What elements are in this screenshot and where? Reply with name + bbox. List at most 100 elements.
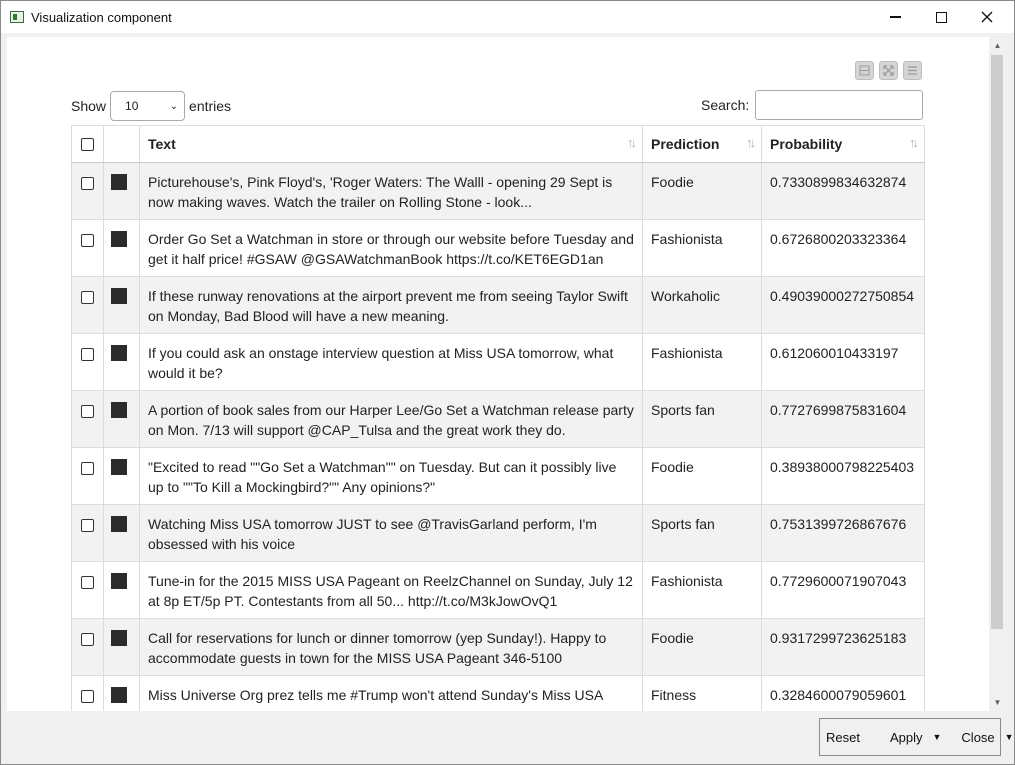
- row-color-cell: [103, 390, 140, 448]
- row-checkbox[interactable]: [81, 405, 94, 418]
- table-body: Picturehouse's, Pink Floyd's, 'Roger Wat…: [71, 162, 925, 711]
- table-row[interactable]: If you could ask an onstage interview qu…: [71, 333, 925, 391]
- show-label: Show: [71, 98, 107, 114]
- cell-prediction: Foodie: [642, 447, 762, 505]
- collapse-button[interactable]: [855, 61, 874, 80]
- minimize-button[interactable]: [872, 1, 918, 33]
- cell-probability: 0.49039000272750854: [761, 276, 925, 334]
- predictions-table: Text ↑↓ Prediction ↑↓ Probability ↑↓ Pictur…: [71, 125, 925, 711]
- cell-probability: 0.612060010433197: [761, 333, 925, 391]
- close-window-button[interactable]: [964, 1, 1010, 33]
- row-checkbox-cell: [71, 219, 104, 277]
- row-color-cell: [103, 561, 140, 619]
- row-checkbox[interactable]: [81, 462, 94, 475]
- fullscreen-button[interactable]: [879, 61, 898, 80]
- cell-probability: 0.6726800203323364: [761, 219, 925, 277]
- cell-text: Watching Miss USA tomorrow JUST to see @…: [139, 504, 643, 562]
- collapse-icon: [859, 65, 870, 76]
- row-checkbox-cell: [71, 447, 104, 505]
- color-swatch: [111, 231, 127, 247]
- entries-select-value: 10: [125, 99, 139, 113]
- row-color-cell: [103, 504, 140, 562]
- cell-probability: 0.7531399726867676: [761, 504, 925, 562]
- row-checkbox[interactable]: [81, 519, 94, 532]
- color-swatch: [111, 402, 127, 418]
- search-control: Search:: [701, 90, 924, 120]
- cell-prediction: Fashionista: [642, 333, 762, 391]
- row-color-cell: [103, 162, 140, 220]
- caret-down-icon[interactable]: ▼: [1005, 732, 1014, 742]
- table-row[interactable]: Watching Miss USA tomorrow JUST to see @…: [71, 504, 925, 562]
- header-probability-label: Probability: [770, 136, 843, 152]
- search-input[interactable]: [755, 90, 924, 120]
- apply-button[interactable]: Apply ▼: [884, 730, 947, 745]
- table-header-row: Text ↑↓ Prediction ↑↓ Probability ↑↓: [71, 125, 925, 163]
- maximize-icon: [935, 11, 947, 23]
- table-row[interactable]: Order Go Set a Watchman in store or thro…: [71, 219, 925, 277]
- scroll-up-arrow-icon[interactable]: ▲: [989, 37, 1006, 54]
- cell-probability: 0.38938000798225403: [761, 447, 925, 505]
- cell-text: Call for reservations for lunch or dinne…: [139, 618, 643, 676]
- table-row[interactable]: Picturehouse's, Pink Floyd's, 'Roger Wat…: [71, 162, 925, 220]
- entries-select[interactable]: 10 ⌄: [110, 91, 186, 121]
- maximize-button[interactable]: [918, 1, 964, 33]
- row-checkbox[interactable]: [81, 234, 94, 247]
- scroll-thumb[interactable]: [991, 55, 1003, 629]
- row-checkbox[interactable]: [81, 291, 94, 304]
- row-checkbox[interactable]: [81, 576, 94, 589]
- header-prediction[interactable]: Prediction ↑↓: [642, 125, 762, 163]
- toolbar-icons: [855, 61, 922, 80]
- row-checkbox-cell: [71, 504, 104, 562]
- cell-text: Order Go Set a Watchman in store or thro…: [139, 219, 643, 277]
- title-bar: Visualization component: [1, 1, 1014, 33]
- entries-label: entries: [189, 98, 232, 114]
- row-checkbox[interactable]: [81, 348, 94, 361]
- cell-text: Tune-in for the 2015 MISS USA Pageant on…: [139, 561, 643, 619]
- cell-probability: 0.7729600071907043: [761, 561, 925, 619]
- cell-probability: 0.7330899834632874: [761, 162, 925, 220]
- reset-button[interactable]: Reset: [820, 730, 866, 745]
- color-header: [103, 125, 140, 163]
- row-checkbox-cell: [71, 162, 104, 220]
- row-checkbox[interactable]: [81, 690, 94, 703]
- header-text-label: Text: [148, 136, 176, 152]
- menu-button[interactable]: [903, 61, 922, 80]
- cell-prediction: Foodie: [642, 162, 762, 220]
- select-all-checkbox[interactable]: [81, 138, 94, 151]
- cell-prediction: Sports fan: [642, 504, 762, 562]
- cell-text: Miss Universe Org prez tells me #Trump w…: [139, 675, 643, 711]
- table-row[interactable]: "Excited to read ""Go Set a Watchman"" o…: [71, 447, 925, 505]
- header-probability[interactable]: Probability ↑↓: [761, 125, 925, 163]
- vertical-scrollbar[interactable]: ▲ ▼: [989, 37, 1006, 711]
- cell-text: A portion of book sales from our Harper …: [139, 390, 643, 448]
- caret-down-icon[interactable]: ▼: [933, 732, 942, 742]
- row-color-cell: [103, 276, 140, 334]
- table-row[interactable]: A portion of book sales from our Harper …: [71, 390, 925, 448]
- close-button[interactable]: Close ▼: [955, 730, 1015, 745]
- table-row[interactable]: If these runway renovations at the airpo…: [71, 276, 925, 334]
- fullscreen-icon: [883, 65, 894, 76]
- table-row[interactable]: Call for reservations for lunch or dinne…: [71, 618, 925, 676]
- close-icon: [981, 11, 993, 23]
- cell-probability: 0.9317299723625183: [761, 618, 925, 676]
- scroll-down-arrow-icon[interactable]: ▼: [989, 694, 1006, 711]
- row-checkbox[interactable]: [81, 177, 94, 190]
- color-swatch: [111, 345, 127, 361]
- color-swatch: [111, 630, 127, 646]
- header-text[interactable]: Text ↑↓: [139, 125, 643, 163]
- table-row[interactable]: Tune-in for the 2015 MISS USA Pageant on…: [71, 561, 925, 619]
- sort-icon: ↑↓: [627, 135, 637, 150]
- row-color-cell: [103, 675, 140, 711]
- cell-prediction: Fitness: [642, 675, 762, 711]
- row-checkbox-cell: [71, 333, 104, 391]
- row-checkbox[interactable]: [81, 633, 94, 646]
- cell-text: "Excited to read ""Go Set a Watchman"" o…: [139, 447, 643, 505]
- color-swatch: [111, 459, 127, 475]
- row-checkbox-cell: [71, 675, 104, 711]
- row-color-cell: [103, 618, 140, 676]
- app-icon: [10, 11, 24, 23]
- dialog-buttons: Reset Apply ▼ Close ▼: [819, 718, 1014, 756]
- close-label: Close: [961, 729, 995, 745]
- table-row[interactable]: Miss Universe Org prez tells me #Trump w…: [71, 675, 925, 711]
- cell-prediction: Sports fan: [642, 390, 762, 448]
